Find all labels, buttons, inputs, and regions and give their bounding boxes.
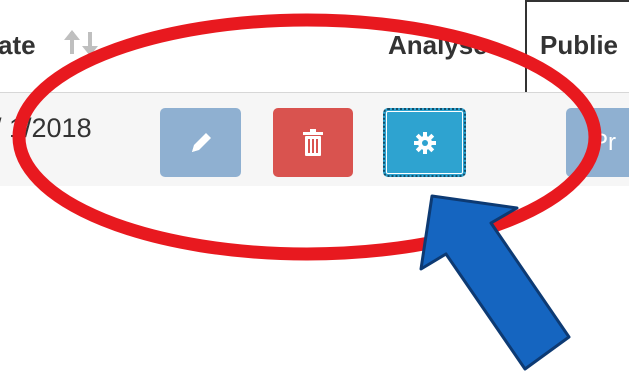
data-table: ate Analyse Publie / 1/2018 Pr xyxy=(0,0,629,186)
delete-button[interactable] xyxy=(273,108,353,177)
publish-button[interactable]: Pr xyxy=(566,108,629,177)
pointer-arrow-icon xyxy=(419,194,571,371)
row-date-cell: / 1/2018 xyxy=(0,113,92,143)
gear-icon xyxy=(413,131,436,154)
publish-button-label: Pr xyxy=(592,128,616,156)
column-header-publish: Publie xyxy=(540,30,619,60)
sort-icon[interactable] xyxy=(62,28,102,58)
pencil-icon xyxy=(191,132,211,152)
table-header-row: ate Analyse Publie xyxy=(0,0,629,92)
analyse-button[interactable] xyxy=(383,108,466,177)
edit-button[interactable] xyxy=(160,108,241,177)
column-header-date[interactable]: ate xyxy=(0,30,36,61)
trash-icon xyxy=(303,128,323,156)
column-header-analyse: Analyse xyxy=(388,30,488,60)
